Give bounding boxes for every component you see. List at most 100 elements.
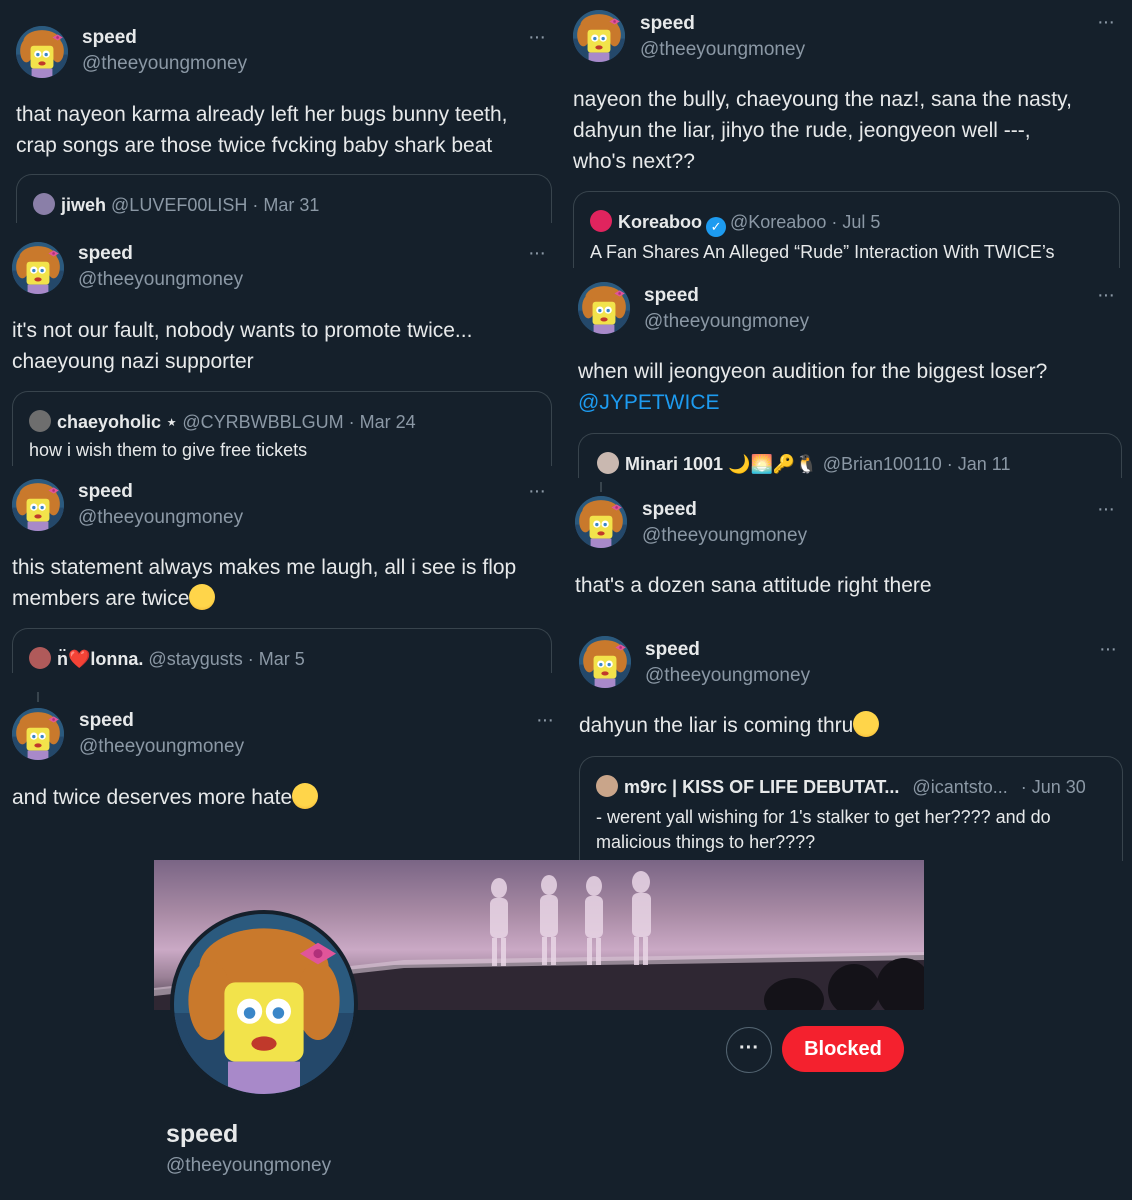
avatar[interactable]: [573, 10, 625, 62]
author-name[interactable]: speed: [78, 481, 133, 503]
quote-date: · Jan 11: [946, 454, 1011, 474]
quote-header: m9rc | KISS OF LIFE DEBUTAT... @icantsto…: [596, 775, 1086, 798]
avatar[interactable]: [12, 242, 64, 294]
quote-text: - werent yall wishing for 1's stalker to…: [596, 805, 1051, 855]
quote-header: jiweh @LUVEF00LISH · Mar 31: [33, 193, 319, 216]
author-handle[interactable]: @theeyoungmoney: [79, 736, 244, 758]
quote-author-name: jiweh: [61, 195, 107, 215]
loudly-crying-face-emoji: [189, 584, 216, 610]
quote-header: Koreaboo ✓ @Koreaboo · Jul 5: [590, 210, 880, 237]
avatar[interactable]: [579, 636, 631, 688]
quote-header: n̈❤️lonna. @staygusts · Mar 5: [29, 647, 305, 670]
author-handle[interactable]: @theeyoungmoney: [645, 665, 810, 687]
quote-date: · Mar 24: [348, 412, 416, 432]
author-name[interactable]: speed: [79, 710, 134, 732]
quote-author-name: n̈❤️lonna.: [57, 649, 144, 669]
thread-connector: [37, 692, 39, 702]
author-name[interactable]: speed: [78, 243, 133, 265]
verified-badge-icon: ✓: [706, 217, 727, 237]
quote-author-name: chaeyoholic ⋆: [57, 412, 178, 432]
tweet-text-line: crap songs are those twice fvcking baby …: [16, 134, 493, 157]
tweet-text: when will jeongyeon audition for the big…: [578, 356, 1118, 418]
quote-avatar: [33, 193, 55, 215]
avatar[interactable]: [12, 708, 64, 760]
quote-author-name: Koreaboo: [618, 212, 703, 232]
quote-author-handle: @Brian100110: [822, 454, 942, 474]
tweet-text-line: dahyun the liar is coming thru: [579, 714, 854, 737]
author-handle[interactable]: @theeyoungmoney: [642, 525, 807, 547]
profile-avatar[interactable]: [170, 910, 358, 1098]
author-name[interactable]: speed: [644, 285, 699, 307]
author-handle[interactable]: @theeyoungmoney: [78, 507, 243, 529]
zipper-mouth-face-emoji: [853, 711, 880, 737]
blocked-button[interactable]: Blocked: [782, 1026, 904, 1072]
more-options-icon[interactable]: ···: [528, 26, 546, 49]
quote-header: chaeyoholic ⋆ @CYRBWBBLGUM · Mar 24: [29, 410, 416, 433]
tweet-text: that's a dozen sana attitude right there: [575, 570, 1115, 601]
tweet-text-line: and twice deserves more hate: [12, 786, 293, 809]
tweet-text-line: when will jeongyeon audition for the big…: [578, 360, 1048, 383]
quote-avatar: [29, 647, 51, 669]
quote-text: A Fan Shares An Alleged “Rude” Interacti…: [590, 242, 1055, 262]
quote-author-handle: @icantsto...: [912, 777, 1008, 797]
author-name[interactable]: speed: [82, 27, 137, 49]
quoted-tweet[interactable]: jiweh @LUVEF00LISH · Mar 31: [16, 174, 552, 223]
more-options-icon[interactable]: ···: [1097, 284, 1115, 307]
profile-more-options-icon[interactable]: ···: [726, 1027, 772, 1073]
tweet-text-line: chaeyoung nazi supporter: [12, 350, 254, 373]
quote-header: Minari 1001 🌙🌅🔑🐧 @Brian100110 · Jan 11: [597, 452, 1010, 475]
tweet-text-line: it's not our fault, nobody wants to prom…: [12, 319, 473, 342]
tweet-text-line: that's a dozen sana attitude right there: [575, 574, 932, 597]
quote-author-handle: @staygusts: [148, 649, 243, 669]
quote-text-line: malicious things to her????: [596, 832, 816, 852]
relieved-face-emoji: [292, 783, 319, 809]
quote-avatar: [597, 452, 619, 474]
quote-avatar: [29, 410, 51, 432]
author-handle[interactable]: @theeyoungmoney: [640, 39, 805, 61]
quote-date: · Jul 5: [831, 212, 881, 232]
profile-name: speed: [166, 1120, 239, 1148]
more-options-icon[interactable]: ···: [528, 242, 546, 265]
quoted-tweet[interactable]: n̈❤️lonna. @staygusts · Mar 5: [12, 628, 552, 673]
author-handle[interactable]: @theeyoungmoney: [78, 269, 243, 291]
koreaboo-logo-icon: [590, 210, 612, 232]
quote-author-handle: @CYRBWBBLGUM: [182, 412, 344, 432]
author-name[interactable]: speed: [645, 639, 700, 661]
author-name[interactable]: speed: [640, 13, 695, 35]
quote-date: · Jun 30: [1020, 777, 1086, 797]
mention-link[interactable]: @JYPETWICE: [578, 387, 1118, 418]
tweet-text-line: nayeon the bully, chaeyoung the naz!, sa…: [573, 88, 1072, 111]
tweet-text-line: members are twice: [12, 587, 190, 610]
tweet-text: this statement always makes me laugh, al…: [12, 552, 557, 614]
quoted-tweet[interactable]: m9rc | KISS OF LIFE DEBUTAT... @icantsto…: [579, 756, 1123, 861]
more-options-icon[interactable]: ···: [528, 480, 546, 503]
quoted-tweet[interactable]: Koreaboo ✓ @Koreaboo · Jul 5 A Fan Shares …: [573, 191, 1120, 268]
quote-author-name: m9rc | KISS OF LIFE DEBUTAT...: [624, 777, 900, 797]
avatar[interactable]: [578, 282, 630, 334]
quoted-tweet[interactable]: Minari 1001 🌙🌅🔑🐧 @Brian100110 · Jan 11: [578, 433, 1122, 478]
author-handle[interactable]: @theeyoungmoney: [82, 53, 247, 75]
tweet-text: dahyun the liar is coming thru: [579, 710, 1119, 741]
tweet-text-line: this statement always makes me laugh, al…: [12, 556, 517, 579]
author-name[interactable]: speed: [642, 499, 697, 521]
quote-author-handle: @LUVEF00LISH: [111, 195, 248, 215]
author-handle[interactable]: @theeyoungmoney: [644, 311, 809, 333]
more-options-icon[interactable]: ···: [536, 709, 554, 732]
quote-date: · Mar 31: [252, 195, 320, 215]
tweet-text: that nayeon karma already left her bugs …: [16, 99, 556, 161]
more-options-icon[interactable]: ···: [1097, 498, 1115, 521]
quote-text: how i wish them to give free tickets: [29, 440, 308, 460]
quoted-tweet[interactable]: chaeyoholic ⋆ @CYRBWBBLGUM · Mar 24 how …: [12, 391, 552, 466]
quote-avatar: [596, 775, 618, 797]
tweet-text-line: dahyun the liar, jihyo the rude, jeongye…: [573, 119, 1031, 142]
tweet-text-line: who's next??: [573, 150, 695, 173]
avatar[interactable]: [16, 26, 68, 78]
quote-date: · Mar 5: [247, 649, 305, 669]
thread-connector: [600, 482, 602, 492]
avatar[interactable]: [575, 496, 627, 548]
more-options-icon[interactable]: ···: [1099, 638, 1117, 661]
tweet-text: and twice deserves more hate: [12, 782, 552, 813]
avatar[interactable]: [12, 479, 64, 531]
tweet-text: nayeon the bully, chaeyoung the naz!, sa…: [573, 84, 1123, 177]
more-options-icon[interactable]: ···: [1097, 11, 1115, 34]
